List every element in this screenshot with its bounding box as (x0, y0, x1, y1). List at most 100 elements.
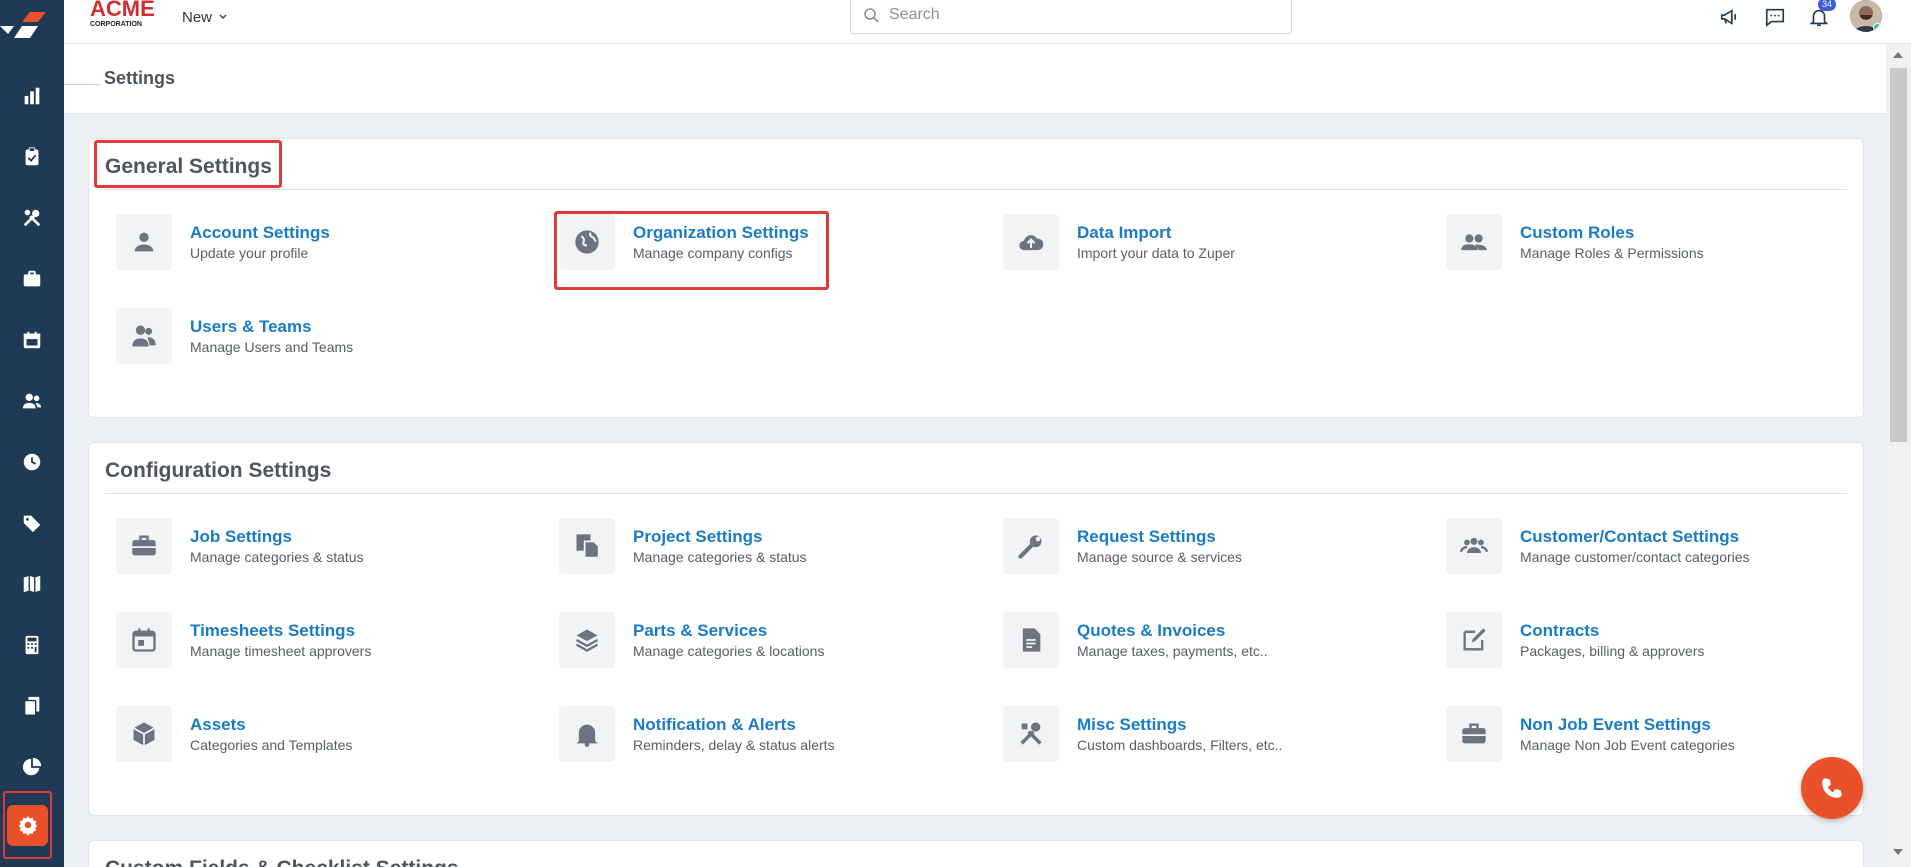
announcements-button[interactable] (1717, 4, 1743, 30)
group-icon (1446, 214, 1502, 270)
organization-settings-tile[interactable]: Organization Settings Manage company conf… (559, 209, 979, 275)
chevron-down-icon (219, 14, 227, 20)
app-logo[interactable] (0, 0, 64, 52)
tile-title: Custom Roles (1520, 223, 1635, 242)
section-title-configuration: Configuration Settings (105, 459, 332, 482)
tile-description: Custom dashboards, Filters, etc.. (1077, 737, 1283, 753)
tile-description: Manage Roles & Permissions (1520, 245, 1704, 261)
custom-fields-card: Custom Fields & Checklist Settings (88, 840, 1864, 867)
tile-title: Notification & Alerts (633, 715, 796, 734)
sidebar-item-calendar[interactable] (0, 316, 64, 364)
parts-services-tile[interactable]: Parts & Services Manage categories & loca… (559, 607, 979, 673)
sidebar-item-timesheets[interactable] (0, 438, 64, 486)
tools-icon (1003, 706, 1059, 762)
sidebar-item-service[interactable] (0, 194, 64, 242)
sidebar-item-invoices[interactable] (0, 621, 64, 669)
tile-description: Import your data to Zuper (1077, 245, 1235, 261)
tile-description: Manage taxes, payments, etc.. (1077, 643, 1268, 659)
assets-tile[interactable]: Assets Categories and Templates (116, 701, 536, 767)
settings-active-tile[interactable] (7, 804, 48, 846)
data-import-tile[interactable]: Data Import Import your data to Zuper (1003, 209, 1423, 275)
request-settings-tile[interactable]: Request Settings Manage source & services (1003, 513, 1423, 579)
tile-description: Manage timesheet approvers (190, 643, 372, 659)
tile-title: Organization Settings (633, 223, 809, 242)
megaphone-icon (1720, 9, 1737, 25)
tile-title: Quotes & Invoices (1077, 621, 1226, 640)
account-settings-tile[interactable]: Account Settings Update your profile (116, 209, 536, 275)
tile-description: Manage source & services (1077, 549, 1242, 565)
user-avatar[interactable] (1850, 0, 1882, 32)
person-icon (116, 214, 172, 270)
scroll-up-arrow[interactable] (1893, 52, 1903, 58)
job-settings-tile[interactable]: Job Settings Manage categories & status (116, 513, 536, 579)
tile-title: Data Import (1077, 223, 1172, 242)
clipboard-icon (25, 147, 39, 166)
search-input[interactable] (889, 6, 1269, 24)
tile-title: Project Settings (633, 527, 763, 546)
pie-chart-icon (22, 757, 42, 776)
custom-roles-tile[interactable]: Custom Roles Manage Roles & Permissions (1446, 209, 1866, 275)
sidebar-item-customers[interactable] (0, 377, 64, 425)
page-scrollbar[interactable] (1886, 44, 1911, 867)
bell-icon (559, 706, 615, 762)
configuration-settings-card: Configuration Settings Job Settings Manag… (88, 442, 1864, 816)
section-title-general: General Settings (105, 155, 272, 178)
scroll-down-arrow[interactable] (1893, 849, 1903, 855)
non-job-event-settings-tile[interactable]: Non Job Event Settings Manage Non Job Eve… (1446, 701, 1866, 767)
svg-text:ACME: ACME (90, 0, 155, 21)
tile-description: Manage Non Job Event categories (1520, 737, 1735, 753)
sidebar-item-parts[interactable] (0, 499, 64, 547)
box-icon (116, 706, 172, 762)
call-button[interactable] (1801, 757, 1863, 819)
contracts-tile[interactable]: Contracts Packages, billing & approvers (1446, 607, 1866, 673)
tile-title: Timesheets Settings (190, 621, 356, 640)
briefcase-icon (1446, 706, 1502, 762)
notifications-button[interactable]: 34 (1806, 0, 1837, 30)
tile-description: Manage customer/contact categories (1520, 549, 1750, 565)
tile-title: Non Job Event Settings (1520, 715, 1711, 734)
tag-icon (23, 515, 41, 533)
map-icon (23, 575, 41, 593)
sidebar-item-dashboard[interactable] (0, 72, 64, 120)
sidebar-item-projects[interactable] (0, 255, 64, 303)
tile-title: Request Settings (1077, 527, 1216, 546)
sidebar-item-map[interactable] (0, 560, 64, 608)
phone-icon (1822, 778, 1842, 798)
notification-count-badge: 34 (1818, 0, 1837, 11)
briefcase-icon (23, 270, 41, 287)
page-header: Settings (64, 44, 1886, 114)
section-divider (105, 493, 1847, 494)
calendar-icon (23, 331, 41, 349)
search-box[interactable] (850, 0, 1292, 34)
project-settings-tile[interactable]: Project Settings Manage categories & stat… (559, 513, 979, 579)
tile-description: Packages, billing & approvers (1520, 643, 1705, 659)
chat-button[interactable] (1762, 4, 1788, 30)
sidebar-item-settings[interactable] (3, 791, 52, 859)
scrollbar-thumb[interactable] (1890, 68, 1907, 442)
notification-alerts-tile[interactable]: Notification & Alerts Reminders, delay & … (559, 701, 979, 767)
users-icon (22, 393, 42, 409)
sidebar-item-jobs[interactable] (0, 133, 64, 181)
tile-title: Account Settings (190, 223, 330, 242)
tile-title: Contracts (1520, 621, 1600, 640)
timesheets-settings-tile[interactable]: Timesheets Settings Manage timesheet appr… (116, 607, 536, 673)
tile-description: Manage categories & locations (633, 643, 825, 659)
tile-title: Assets (190, 715, 246, 734)
edit-icon (1446, 612, 1502, 668)
new-dropdown-button[interactable]: New (182, 6, 228, 28)
users-teams-tile[interactable]: Users & Teams Manage Users and Teams (116, 303, 536, 369)
settings-content: General Settings Account Settings Update … (64, 114, 1886, 867)
tile-description: Manage categories & status (633, 549, 807, 565)
document-icon (1003, 612, 1059, 668)
calendar-icon (116, 612, 172, 668)
quotes-invoices-tile[interactable]: Quotes & Invoices Manage taxes, payments,… (1003, 607, 1423, 673)
header-divider (64, 84, 100, 85)
customer-contact-settings-tile[interactable]: Customer/Contact Settings Manage customer… (1446, 513, 1866, 579)
company-logo[interactable]: ACME CORPORATION (88, 0, 160, 30)
sidebar-item-documents[interactable] (0, 682, 64, 730)
globe-icon (559, 214, 615, 270)
tile-description: Categories and Templates (190, 737, 353, 753)
misc-settings-tile[interactable]: Misc Settings Custom dashboards, Filters,… (1003, 701, 1423, 767)
sidebar-item-reports[interactable] (0, 743, 64, 791)
bar-chart-icon (24, 87, 40, 105)
